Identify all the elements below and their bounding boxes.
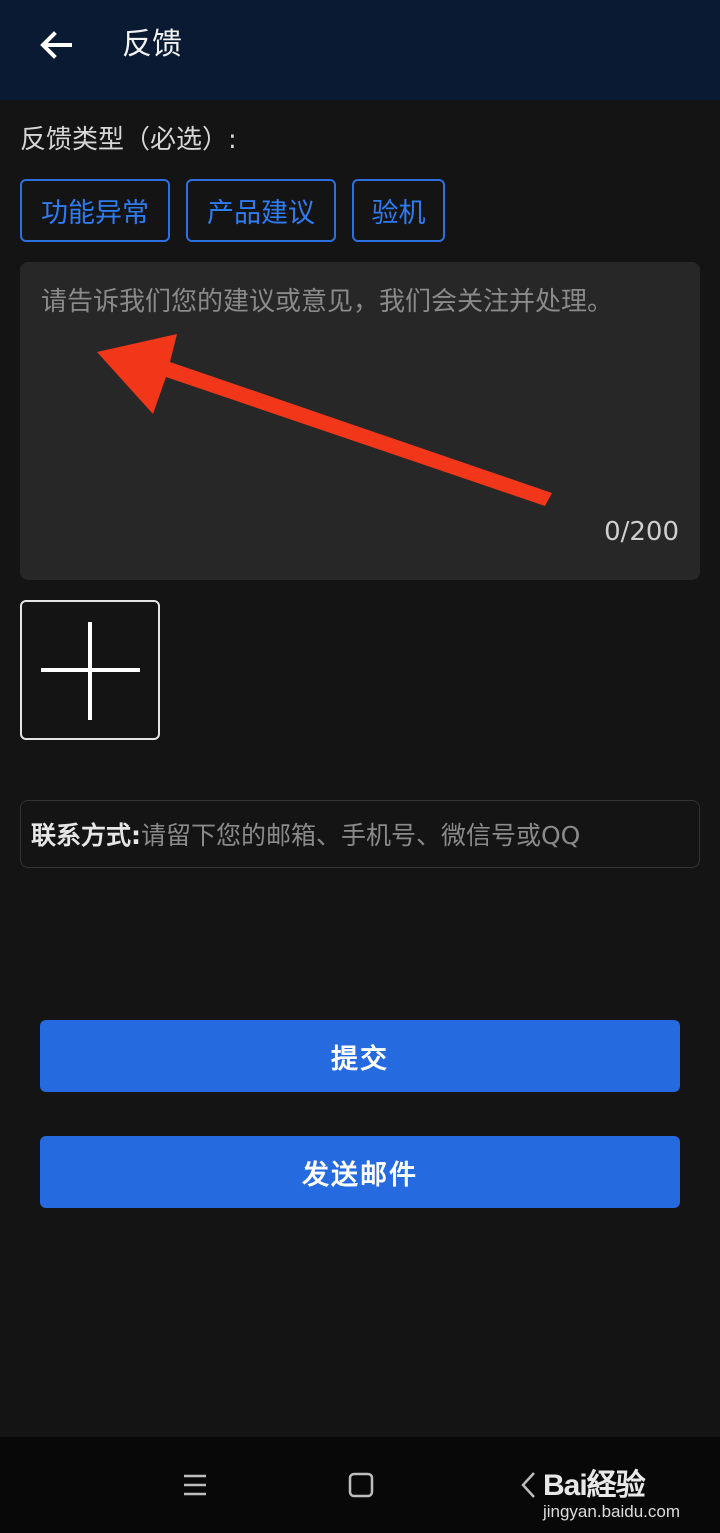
- arrow-left-icon: [40, 31, 72, 59]
- feedback-placeholder: 请告诉我们您的建议或意见，我们会关注并处理。: [41, 287, 614, 317]
- baidu-jingyan-watermark: Bai経验 jingyan.baidu.com: [543, 1460, 680, 1522]
- menu-icon: [184, 1474, 206, 1496]
- contact-field[interactable]: 联系方式: 请留下您的邮箱、手机号、微信号或QQ: [20, 800, 700, 868]
- feedback-textarea[interactable]: 请告诉我们您的建议或意见，我们会关注并处理。 0/200: [20, 262, 700, 580]
- type-option-product-suggestion[interactable]: 产品建议: [186, 179, 336, 242]
- type-option-function-error[interactable]: 功能异常: [20, 179, 170, 242]
- page-title: 反馈: [122, 27, 182, 62]
- nav-back-button[interactable]: [514, 1465, 544, 1509]
- submit-button[interactable]: 提交: [40, 1020, 680, 1092]
- nav-menu-button[interactable]: [180, 1465, 210, 1509]
- send-email-button[interactable]: 发送邮件: [40, 1136, 680, 1208]
- chevron-left-icon: [521, 1472, 535, 1498]
- character-counter: 0/200: [604, 517, 679, 547]
- nav-home-button[interactable]: [346, 1465, 376, 1509]
- home-square-icon: [348, 1472, 374, 1498]
- add-image-button[interactable]: [20, 600, 160, 740]
- type-option-device-check[interactable]: 验机: [352, 179, 445, 242]
- watermark-logo: Bai経验: [542, 1469, 646, 1502]
- contact-label: 联系方式:: [31, 821, 141, 850]
- app-header: 反馈: [0, 0, 720, 100]
- plus-icon: [41, 622, 140, 720]
- feedback-page: 反馈 反馈类型（必选）: 功能异常 产品建议 验机 请告诉我们您的建议或意见，我…: [0, 0, 720, 1533]
- contact-placeholder: 请留下您的邮箱、手机号、微信号或QQ: [141, 821, 581, 850]
- watermark-url: jingyan.baidu.com: [542, 1502, 680, 1521]
- feedback-type-options: 功能异常 产品建议 验机: [20, 179, 445, 242]
- back-button[interactable]: [30, 22, 82, 68]
- feedback-type-label: 反馈类型（必选）:: [20, 125, 237, 155]
